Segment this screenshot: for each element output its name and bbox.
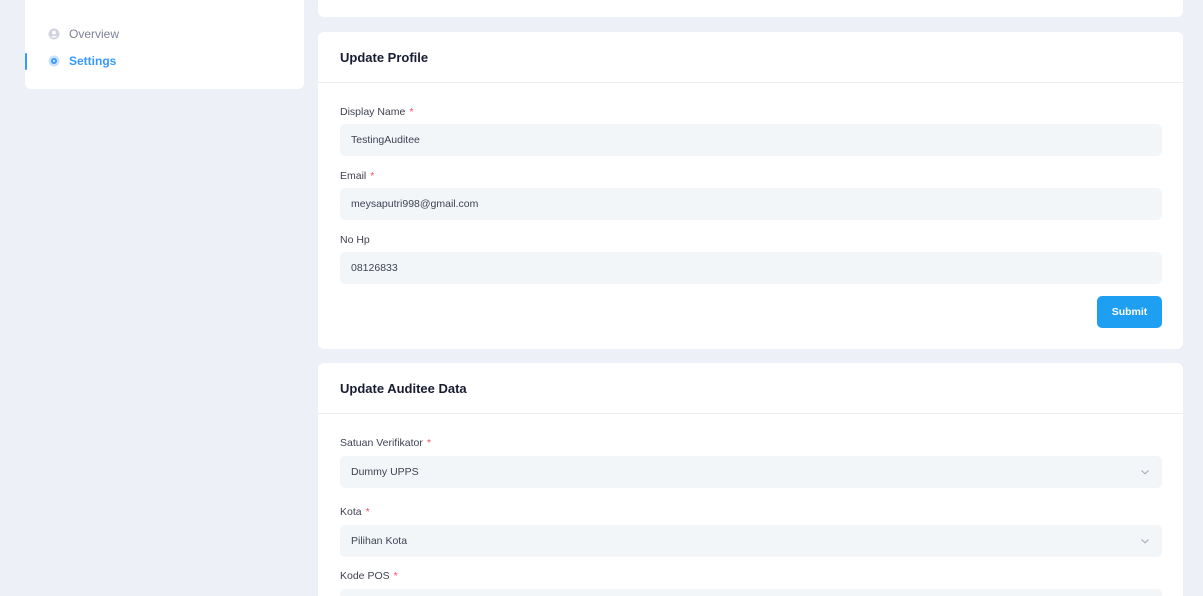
verifikator-label: Satuan Verifikator * <box>340 437 431 449</box>
user-icon <box>48 28 60 40</box>
kode-pos-label: Kode POS * <box>340 570 398 582</box>
phone-label: No Hp <box>340 234 370 246</box>
email-field[interactable] <box>340 188 1162 220</box>
sidebar-item-label: Overview <box>69 27 120 41</box>
sidebar-item-settings[interactable]: Settings <box>25 50 304 72</box>
sidebar-nav: Overview Settings <box>25 0 304 89</box>
select-value: Dummy UPPS <box>351 466 419 478</box>
submit-button[interactable]: Submit <box>1097 296 1162 328</box>
previous-card <box>318 0 1183 17</box>
display-name-label: Display Name * <box>340 106 414 118</box>
email-label: Email * <box>340 170 375 182</box>
update-auditee-card: Update Auditee Data Satuan Verifikator * … <box>318 363 1183 596</box>
gear-icon <box>48 55 60 67</box>
chevron-down-icon <box>1141 470 1149 475</box>
sidebar-item-overview[interactable]: Overview <box>25 23 304 45</box>
kota-label: Kota * <box>340 506 370 518</box>
card-title: Update Auditee Data <box>318 363 1183 414</box>
update-profile-card: Update Profile Display Name* Email* No H… <box>318 32 1183 349</box>
sidebar-item-label: Settings <box>69 54 117 68</box>
display-name-field[interactable] <box>340 124 1162 156</box>
verifikator-select[interactable]: Dummy UPPS <box>340 456 1162 488</box>
chevron-down-icon <box>1141 539 1149 544</box>
required-marker: * <box>409 106 414 118</box>
required-marker: * <box>426 437 431 449</box>
required-marker: * <box>370 170 375 182</box>
kode-pos-field[interactable] <box>340 589 1162 596</box>
required-marker: * <box>393 570 398 582</box>
phone-field[interactable] <box>340 252 1162 284</box>
active-indicator <box>25 53 27 70</box>
card-title: Update Profile <box>318 32 1183 83</box>
select-value: Pilihan Kota <box>351 535 408 547</box>
kota-select[interactable]: Pilihan Kota <box>340 525 1162 557</box>
required-marker: * <box>365 506 370 518</box>
